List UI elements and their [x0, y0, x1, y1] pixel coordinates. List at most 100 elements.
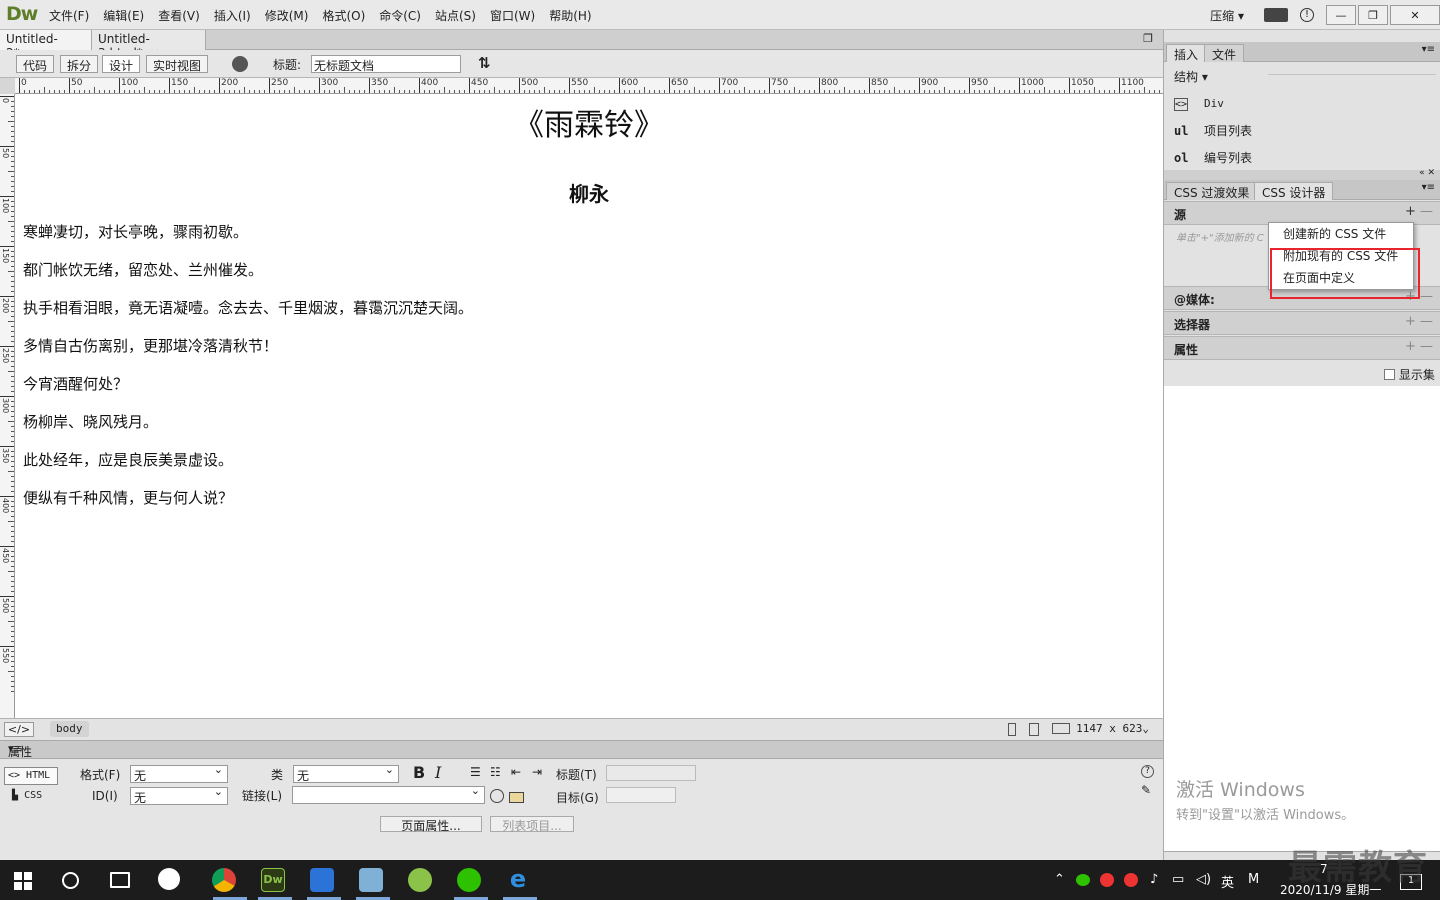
tray-expand-icon[interactable]: ⌃	[1054, 872, 1065, 887]
format-select[interactable]: 无	[130, 763, 228, 783]
window-size-dropdown[interactable]: 1147 x 623⌄	[1076, 722, 1149, 735]
file-transfer-icon[interactable]: ⇅	[478, 54, 491, 72]
help-icon[interactable]: !	[1300, 8, 1314, 22]
menu-view[interactable]: 查看(V)	[151, 7, 207, 24]
menu-insert[interactable]: 插入(I)	[207, 7, 258, 24]
network-icon[interactable]: ▭	[1172, 872, 1184, 887]
melon-icon[interactable]	[408, 868, 432, 892]
notes-icon[interactable]	[359, 868, 383, 892]
poem-line[interactable]: 寒蝉凄切，对长亭晚，骤雨初歇。	[23, 221, 248, 242]
bold-button[interactable]: B	[413, 763, 425, 782]
insert-ol-item[interactable]: ol 编号列表	[1174, 149, 1252, 166]
html-mode-button[interactable]: <> HTML	[4, 767, 58, 785]
tab-untitled-2[interactable]: Untitled-2*✕	[0, 30, 92, 60]
desktop-size-icon[interactable]	[1052, 723, 1070, 734]
notification-bell-icon[interactable]: ♪	[1150, 872, 1158, 887]
css-mode-button[interactable]: ▙ CSS	[12, 790, 42, 801]
insert-ul-item[interactable]: ul 项目列表	[1174, 122, 1252, 139]
design-view-button[interactable]: 设计	[102, 55, 141, 73]
selectors-section[interactable]: 选择器 + —	[1164, 311, 1440, 335]
properties-section[interactable]: 属性 + —	[1164, 336, 1440, 360]
unordered-list-icon[interactable]: ☰	[470, 765, 481, 779]
page-properties-button[interactable]: 页面属性...	[380, 816, 482, 833]
tab-insert[interactable]: 插入	[1166, 44, 1207, 62]
menu-modify[interactable]: 修改(M)	[258, 7, 316, 24]
search-icon[interactable]	[62, 872, 79, 889]
menu-window[interactable]: 窗口(W)	[483, 7, 542, 24]
design-view[interactable]: 《雨霖铃》 柳永 寒蝉凄切，对长亭晚，骤雨初歇。 都门帐饮无绪，留恋处、兰州催发…	[15, 94, 1163, 718]
poem-line[interactable]: 都门帐饮无绪，留恋处、兰州催发。	[23, 259, 263, 280]
help-icon[interactable]: ?	[1141, 765, 1154, 778]
panel-collapse-bar[interactable]: « ✕	[1164, 168, 1440, 180]
ie-icon[interactable]: e	[506, 867, 530, 892]
id-select[interactable]: 无	[130, 785, 228, 805]
poem-line[interactable]: 执手相看泪眼，竟无语凝噎。念去去、千里烟波，暮霭沉沉楚天阔。	[23, 297, 473, 318]
tab-css-transitions[interactable]: CSS 过渡效果	[1166, 182, 1258, 200]
structure-dropdown[interactable]: 结构 ▾	[1174, 68, 1208, 85]
italic-button[interactable]: I	[435, 763, 441, 782]
wechat-icon[interactable]	[457, 868, 481, 892]
poem-line[interactable]: 便纵有千种风情，更与何人说？	[23, 487, 233, 508]
list-item-button[interactable]: 列表项目...	[490, 816, 574, 833]
class-select[interactable]: 无	[293, 763, 399, 783]
input-lang[interactable]: 英	[1221, 872, 1234, 891]
panel-menu-icon[interactable]: ▾≡	[1422, 182, 1435, 193]
restore-button[interactable]: ❐	[1358, 5, 1388, 25]
quick-tag-editor-icon[interactable]: ✎	[1141, 783, 1151, 797]
task-view-icon[interactable]	[110, 872, 130, 888]
workspace-compress-dropdown[interactable]: 压缩 ▾	[1210, 7, 1244, 24]
split-view-button[interactable]: 拆分	[60, 55, 99, 73]
dreamweaver-icon[interactable]: Dw	[261, 868, 285, 892]
menu-create-new-css[interactable]: 创建新的 CSS 文件	[1283, 225, 1386, 242]
tab-files[interactable]: 文件	[1204, 44, 1245, 62]
poem-line[interactable]: 杨柳岸、晓风残月。	[23, 411, 158, 432]
poem-title[interactable]: 《雨霖铃》	[15, 100, 1163, 144]
live-view-button[interactable]: 实时视图	[146, 55, 209, 73]
tag-selector-body[interactable]: body	[50, 721, 89, 737]
indent-icon[interactable]: ⇥	[532, 765, 542, 779]
code-navigator-button[interactable]: </>	[4, 722, 34, 737]
menu-help[interactable]: 帮助(H)	[542, 7, 598, 24]
menu-edit[interactable]: 编辑(E)	[96, 7, 151, 24]
wps-icon[interactable]	[310, 868, 334, 892]
title-input[interactable]: 无标题文档	[311, 55, 461, 73]
close-button[interactable]: ✕	[1390, 5, 1440, 25]
menu-site[interactable]: 站点(S)	[428, 7, 483, 24]
panel-menu-icon[interactable]: ▾≡	[1422, 44, 1435, 55]
restore-doc-icon[interactable]: ❐	[1143, 32, 1153, 45]
target-select[interactable]	[606, 787, 676, 803]
preview-globe-icon[interactable]	[232, 56, 248, 72]
qq-tray-icon[interactable]	[1100, 873, 1114, 887]
poem-line[interactable]: 此处经年，应是良辰美景虚设。	[23, 449, 233, 470]
app-swirl-icon[interactable]	[158, 868, 180, 890]
point-to-file-icon[interactable]	[490, 789, 504, 803]
chrome-icon[interactable]	[212, 868, 236, 892]
ordered-list-icon[interactable]: ☷	[490, 765, 501, 779]
volume-icon[interactable]: ◁)	[1196, 872, 1211, 887]
windows-start-icon[interactable]	[14, 872, 32, 890]
show-set-checkbox[interactable]: 显示集	[1384, 366, 1435, 383]
tab-untitled-3[interactable]: Untitled-3.html*✕	[92, 30, 206, 60]
menu-format[interactable]: 格式(O)	[315, 7, 372, 24]
add-selector-button[interactable]: + —	[1405, 314, 1433, 329]
poem-line[interactable]: 今宵酒醒何处？	[23, 373, 128, 394]
collapse-icon[interactable]: « ✕	[1419, 168, 1435, 178]
heading-input[interactable]	[606, 765, 696, 781]
poem-author[interactable]: 柳永	[15, 178, 1163, 207]
browse-folder-icon[interactable]	[509, 792, 524, 803]
menu-commands[interactable]: 命令(C)	[372, 7, 428, 24]
insert-div-item[interactable]: <> Div	[1174, 96, 1224, 111]
poem-line[interactable]: 多情自古伤离别，更那堪冷落清秋节！	[23, 335, 278, 356]
qq-tray-icon[interactable]	[1124, 873, 1138, 887]
minimize-button[interactable]: —	[1326, 5, 1356, 25]
panel-menu-icon[interactable]: ▾≡	[8, 742, 1157, 755]
menu-file[interactable]: 文件(F)	[42, 7, 96, 24]
link-input[interactable]	[292, 784, 485, 804]
add-property-button[interactable]: + —	[1405, 339, 1433, 354]
sync-icon[interactable]	[1264, 8, 1288, 22]
ime-mode[interactable]: M	[1248, 872, 1259, 887]
wechat-tray-icon[interactable]	[1076, 874, 1090, 886]
mobile-size-icon[interactable]	[1008, 723, 1016, 736]
add-source-button[interactable]: + —	[1405, 204, 1433, 219]
outdent-icon[interactable]: ⇤	[511, 765, 521, 779]
